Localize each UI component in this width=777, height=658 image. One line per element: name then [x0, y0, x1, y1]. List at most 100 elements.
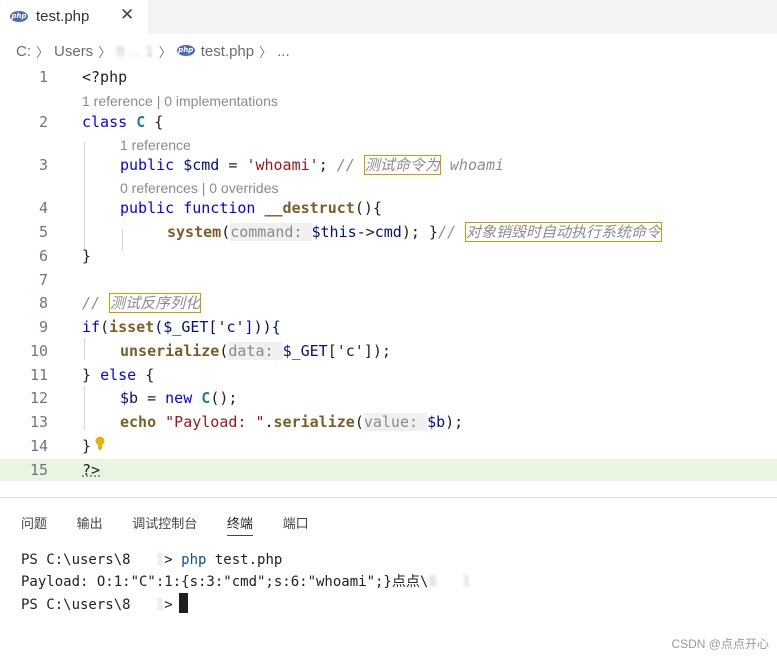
- code-text: <?php: [82, 68, 128, 86]
- redacted-text: 8 1: [428, 574, 471, 590]
- code-line: 3 public $cmd = 'whoami'; // 测试命令为 whoam…: [0, 154, 777, 176]
- code-text: unserialize(data: $_GET['c']);: [120, 340, 391, 362]
- variable: $_GET: [282, 342, 328, 360]
- code-text: }: [82, 247, 92, 265]
- string: 'whoami': [246, 156, 319, 174]
- code-line: 10 unserialize(data: $_GET['c']);: [0, 340, 777, 362]
- terminal-line: PS C:\users\8 1> php test.php: [21, 549, 470, 571]
- tab-output[interactable]: 输出: [77, 513, 103, 535]
- variable: $b: [427, 413, 446, 431]
- code-text: ?>: [82, 461, 101, 479]
- line-number: 14: [29, 437, 48, 455]
- code-text: class C {: [82, 111, 163, 133]
- keyword: else: [100, 366, 137, 384]
- punctuation: ); }: [401, 223, 438, 241]
- punctuation: );: [445, 413, 464, 431]
- code-editor[interactable]: 1 <?php 1 reference | 0 implementations …: [0, 64, 777, 484]
- line-number: 12: [29, 389, 48, 407]
- codelens-references[interactable]: 0 references | 0 overrides: [120, 179, 279, 197]
- breadcrumb-user[interactable]: 8 ... 1: [116, 43, 154, 60]
- terminal-command: php: [181, 552, 207, 568]
- code-line: 8 // 测试反序列化: [0, 292, 777, 314]
- terminal-line: PS C:\users\8 1>: [21, 593, 470, 616]
- line-number: 5: [38, 223, 48, 241]
- tab-terminal[interactable]: 终端: [226, 513, 253, 536]
- tab-debug-console[interactable]: 调试控制台: [132, 513, 197, 535]
- keyword: new: [165, 389, 193, 407]
- breadcrumb: C: 〉 Users 〉 8 ... 1 〉 php test.php 〉...: [16, 42, 290, 64]
- code-line: 11 } else {: [0, 364, 777, 386]
- function-name: __destruct: [255, 199, 355, 217]
- code-expression: ($_GET['c'])){: [154, 318, 281, 336]
- code-text: $b = new C();: [120, 387, 237, 409]
- operator: .: [264, 413, 274, 431]
- terminal-line: Payload: O:1:"C":1:{s:3:"cmd";s:6:"whoam…: [21, 571, 470, 593]
- line-number: 4: [38, 199, 48, 217]
- terminal-prompt: >: [164, 597, 173, 613]
- string: "Payload: ": [156, 413, 265, 431]
- lightbulb-icon[interactable]: [94, 436, 106, 450]
- codelens-references[interactable]: 1 reference: [120, 136, 191, 154]
- terminal-prompt: PS C:\users\8: [21, 552, 131, 568]
- code-text: public $cmd = 'whoami'; // 测试命令为 whoami: [120, 154, 504, 176]
- terminal-prompt: PS C:\users\8: [21, 597, 131, 613]
- code-text: } else {: [82, 364, 154, 386]
- chevron-right-icon: 〉: [259, 45, 273, 60]
- comment: whoami: [440, 156, 505, 174]
- line-number: 9: [38, 318, 48, 336]
- tab-title: test.php: [36, 8, 90, 25]
- code-line-current: 15 ?>: [0, 459, 777, 481]
- panel-divider[interactable]: [0, 497, 777, 498]
- chevron-right-icon: 〉: [158, 45, 172, 60]
- line-number: 13: [29, 413, 48, 431]
- keyword: public: [120, 199, 175, 217]
- function-name: system: [167, 223, 222, 241]
- breadcrumb-drive[interactable]: C:: [16, 43, 31, 60]
- watermark: CSDN @点点开心: [671, 637, 769, 651]
- editor-tab-bar: php test.php ✕: [0, 0, 777, 34]
- close-icon[interactable]: ✕: [120, 5, 134, 25]
- line-number: 3: [38, 156, 48, 174]
- keyword: public: [120, 156, 175, 174]
- tab-problems[interactable]: 问题: [21, 513, 47, 535]
- php-file-icon: php: [176, 45, 195, 56]
- breadcrumb-more[interactable]: ...: [277, 43, 290, 60]
- keyword: if: [82, 318, 101, 336]
- punctuation: }: [82, 366, 101, 384]
- code-text: echo "Payload: ".serialize(value: $b);: [120, 411, 463, 433]
- breadcrumb-users[interactable]: Users: [54, 43, 93, 60]
- code-text: // 测试反序列化: [82, 292, 202, 314]
- comment: //: [437, 223, 466, 241]
- punctuation: ();: [210, 389, 238, 407]
- line-number: 2: [38, 113, 48, 131]
- parameter-hint: value:: [363, 413, 428, 431]
- breadcrumb-file[interactable]: test.php: [201, 43, 254, 60]
- line-number: 11: [29, 366, 48, 384]
- variable: $b: [120, 389, 139, 407]
- keyword: function: [174, 199, 256, 217]
- keyword: class: [82, 113, 128, 131]
- redacted-text: 1: [130, 597, 165, 613]
- tab-test-php[interactable]: php test.php ✕: [0, 0, 148, 34]
- function-name: serialize: [273, 413, 355, 431]
- line-number: 7: [38, 271, 48, 289]
- terminal-output[interactable]: PS C:\users\8 1> php test.php Payload: O:…: [21, 549, 470, 616]
- class-name: C: [136, 113, 146, 131]
- comment-highlight: 测试反序列化: [109, 293, 202, 313]
- code-text: system(command: $this->cmd); }// 对象销毁时自动…: [167, 221, 663, 243]
- tab-ports[interactable]: 端口: [283, 513, 309, 535]
- chevron-right-icon: 〉: [36, 45, 50, 60]
- codelens-references[interactable]: 1 reference | 0 implementations: [82, 92, 278, 110]
- punctuation: (: [221, 223, 231, 241]
- code-line: 13 echo "Payload: ".serialize(value: $b)…: [0, 411, 777, 433]
- punctuation: {: [145, 113, 164, 131]
- code-line: 9 if(isset($_GET['c'])){: [0, 316, 777, 338]
- php-file-icon: php: [10, 11, 28, 22]
- code-line: 14 }: [0, 435, 777, 457]
- code-line: 1 <?php: [0, 66, 777, 88]
- code-line: 12 $b = new C();: [0, 387, 777, 409]
- function-name: echo: [120, 413, 157, 431]
- code-line: 7: [0, 269, 777, 291]
- operator: =: [219, 156, 247, 174]
- punctuation: ;: [318, 156, 337, 174]
